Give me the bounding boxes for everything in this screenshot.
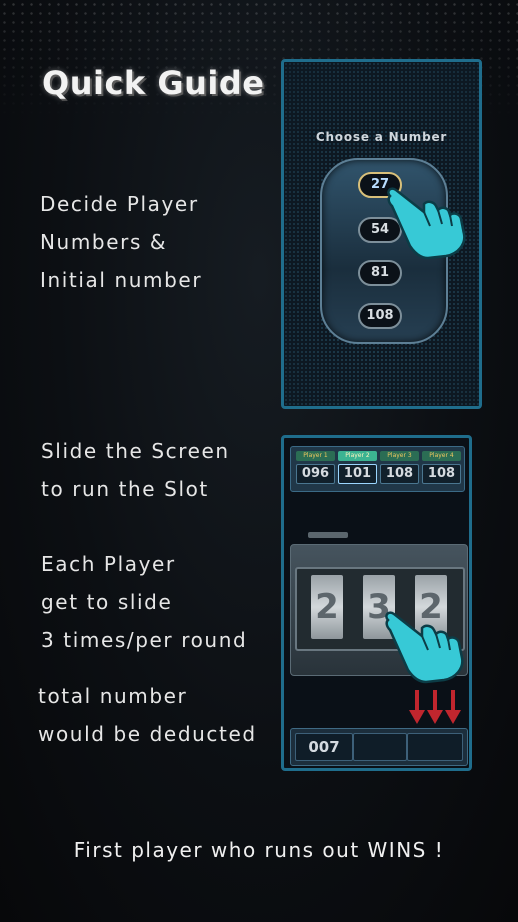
total-number: 007 [295,733,353,761]
choose-number-screenshot: Choose a Number 27 54 81 108 [281,59,482,409]
pointing-hand-icon [385,611,464,684]
deduct-text: total number would be deducted [38,684,257,746]
page-title: Quick Guide [42,64,265,102]
choose-number-heading: Choose a Number [315,130,448,144]
pointing-hand-icon [387,187,466,260]
slot-lever-base [308,532,348,538]
player-card: Player 2 101 [338,451,377,485]
reel: 2 [311,575,343,639]
player-card: Player 4 108 [422,451,461,485]
player-card: Player 3 108 [380,451,419,485]
player-card: Player 1 096 [296,451,335,485]
empty-slot [353,733,407,761]
total-bar: 007 [290,728,468,766]
decide-text: Decide Player Numbers & Initial number [40,192,203,292]
slot-screenshot: Player 1 096 Player 2 101 Player 3 108 P… [281,435,472,771]
each-player-text: Each Player get to slide 3 times/per rou… [41,552,248,652]
empty-slot [407,733,463,761]
footer-text: First player who runs out WINS ! [73,838,445,862]
number-option[interactable]: 108 [358,303,402,329]
slide-text: Slide the Screen to run the Slot [41,439,230,501]
player-scoreboard: Player 1 096 Player 2 101 Player 3 108 P… [290,446,465,492]
down-arrows-icon [409,690,461,724]
number-option[interactable]: 81 [358,260,402,286]
